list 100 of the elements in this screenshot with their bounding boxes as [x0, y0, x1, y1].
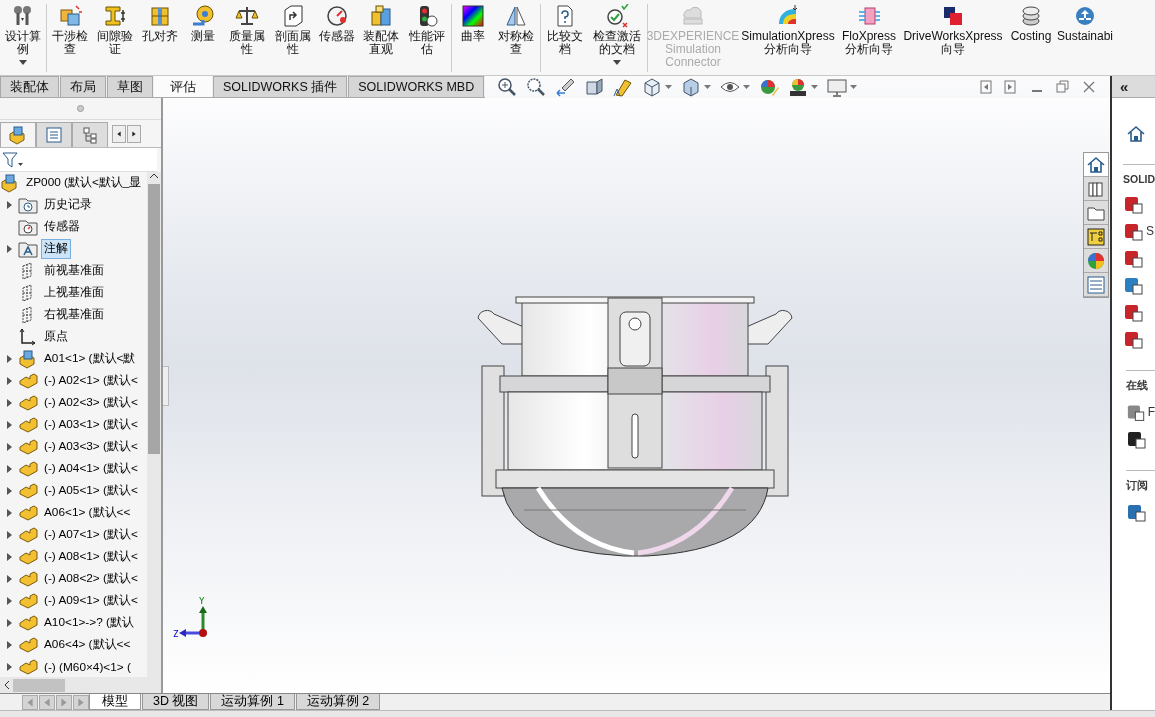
tree-item[interactable]: (-) A04<1> (默认< [0, 458, 147, 480]
previous-view-icon[interactable] [555, 77, 576, 97]
ribbon-button[interactable]: 孔对齐 [139, 4, 181, 43]
expand-arrow-icon[interactable] [6, 355, 12, 363]
filter-icon[interactable] [2, 150, 24, 169]
tree-item[interactable]: 原点 [0, 326, 147, 348]
task-pane-tab[interactable] [1084, 153, 1108, 177]
ribbon-button[interactable]: DriveWorksXpress 向导 [900, 4, 1006, 56]
expand-arrow-icon[interactable] [6, 553, 12, 561]
expand-arrow-icon[interactable] [6, 531, 12, 539]
tree-item[interactable]: ZP000 (默认<默认_显 [0, 172, 147, 194]
caret-icon[interactable] [613, 60, 621, 65]
tree-item[interactable]: (-) A02<3> (默认< [0, 392, 147, 414]
expand-arrow-icon[interactable] [6, 245, 12, 253]
ribbon-button[interactable]: 间隙验证 [93, 4, 137, 56]
tree-item[interactable]: A10<1>->? (默认 [0, 612, 147, 634]
tree-item[interactable]: 历史记录 [0, 194, 147, 216]
cube-icon[interactable] [642, 77, 663, 97]
expand-arrow-icon[interactable] [6, 421, 12, 429]
scroll-up-icon[interactable] [150, 172, 158, 180]
expand-arrow-icon[interactable] [6, 399, 12, 407]
ribbon-button[interactable]: 测量 [183, 4, 223, 43]
ribbon-button[interactable]: 干涉检查 [49, 4, 91, 56]
model-tab[interactable]: 运动算例 1 [210, 694, 295, 710]
color-ball-pencil-icon[interactable] [759, 77, 780, 97]
tree-item[interactable]: 右视基准面 [0, 304, 147, 326]
tree-item[interactable]: 传感器 [0, 216, 147, 238]
grip-icon[interactable] [77, 105, 84, 112]
caret-icon[interactable] [19, 60, 27, 65]
ribbon-button[interactable]: 比较文档 [543, 4, 587, 56]
expand-arrow-icon[interactable] [6, 201, 12, 209]
tree-item[interactable]: (-) A08<1> (默认< [0, 546, 147, 568]
task-link[interactable]: F [1147, 404, 1155, 419]
caret-icon[interactable] [850, 85, 858, 89]
command-tab[interactable]: 布局 [60, 76, 106, 97]
ribbon-button[interactable]: 性能评估 [405, 4, 449, 56]
ribbon-button[interactable]: Sustainabi [1056, 4, 1114, 43]
tree-item[interactable]: (-) A02<1> (默认< [0, 370, 147, 392]
ribbon-button[interactable]: 对称检查 [494, 4, 538, 56]
tree-item[interactable]: (-) A09<1> (默认< [0, 590, 147, 612]
tree-item[interactable]: (-) A03<3> (默认< [0, 436, 147, 458]
home-icon[interactable] [1126, 124, 1146, 144]
ribbon-button[interactable]: 传感器 [317, 4, 357, 43]
tree-item[interactable]: (-) A07<1> (默认< [0, 524, 147, 546]
monitor-icon[interactable] [827, 77, 848, 97]
task-link[interactable]: S [1146, 223, 1154, 238]
ribbon-button[interactable]: 装配体直观 [359, 4, 403, 56]
command-tab[interactable]: 评估 [154, 76, 212, 97]
expand-arrow-icon[interactable] [6, 443, 12, 451]
expand-arrow-icon[interactable] [6, 487, 12, 495]
expand-arrow-icon[interactable] [6, 509, 12, 517]
tree-item[interactable]: 注解 [0, 238, 147, 260]
shaded-cube-icon[interactable] [681, 77, 702, 97]
pencil-icon[interactable] [613, 77, 634, 97]
tree-item[interactable]: (-) A05<1> (默认< [0, 480, 147, 502]
tree-item[interactable]: (-) (M60×4)<1> ( [0, 656, 147, 677]
zoom-area-icon[interactable] [526, 77, 547, 97]
caret-icon[interactable] [743, 85, 751, 89]
expand-arrow-icon[interactable] [6, 377, 12, 385]
expand-arrow-icon[interactable] [6, 663, 12, 671]
ribbon-button[interactable]: 质量属性 [225, 4, 269, 56]
tree-item[interactable]: 前视基准面 [0, 260, 147, 282]
command-tab[interactable]: SOLIDWORKS 插件 [213, 76, 348, 97]
ribbon-button[interactable]: FloXpress 分析向导 [840, 4, 898, 56]
model-tab[interactable]: 运动算例 2 [295, 694, 381, 710]
panel-tab[interactable] [0, 122, 36, 147]
task-pane-tab[interactable] [1084, 273, 1108, 297]
scrollbar[interactable] [0, 677, 161, 693]
previous-window-icon[interactable] [978, 80, 992, 94]
expand-arrow-icon[interactable] [6, 575, 12, 583]
ribbon-button[interactable]: SimulationXpress 分析向导 [738, 4, 838, 56]
command-tab[interactable]: SOLIDWORKS MBD [348, 76, 485, 97]
restore-icon[interactable] [1056, 80, 1070, 94]
caret-icon[interactable] [704, 85, 712, 89]
section-view-icon[interactable] [584, 77, 605, 97]
expand-arrow-icon[interactable] [6, 641, 12, 649]
close-icon[interactable] [1082, 80, 1096, 94]
scroll-left-icon[interactable] [4, 681, 10, 689]
scroll-right-icon[interactable] [127, 125, 141, 143]
tree-item[interactable]: (-) A08<2> (默认< [0, 568, 147, 590]
command-tab[interactable]: 装配体 [0, 76, 59, 97]
ribbon-button[interactable]: 曲率 [454, 4, 492, 43]
collapse-button[interactable]: « [1112, 76, 1155, 98]
model-tab[interactable]: 3D 视图 [142, 694, 210, 710]
expand-arrow-icon[interactable] [6, 619, 12, 627]
task-pane-tab[interactable] [1084, 225, 1108, 249]
ribbon-button[interactable]: Costing [1008, 4, 1054, 43]
zoom-to-fit-icon[interactable] [497, 77, 518, 97]
tree-item[interactable]: A06<1> (默认<< [0, 502, 147, 524]
panel-tab[interactable] [72, 122, 108, 147]
color-ball-scene-icon[interactable] [788, 77, 809, 97]
tree-item[interactable]: A01<1> (默认<默 [0, 348, 147, 370]
ribbon-button[interactable]: 设计算例 [2, 4, 44, 65]
next-window-icon[interactable] [1004, 80, 1018, 94]
ribbon-button[interactable]: 检查激活的文档 [589, 4, 645, 65]
expand-arrow-icon[interactable] [6, 465, 12, 473]
tree-item[interactable]: 上视基准面 [0, 282, 147, 304]
scroll-left-icon[interactable] [112, 125, 126, 143]
scrollbar[interactable] [147, 172, 161, 677]
tree-item[interactable]: (-) A03<1> (默认< [0, 414, 147, 436]
